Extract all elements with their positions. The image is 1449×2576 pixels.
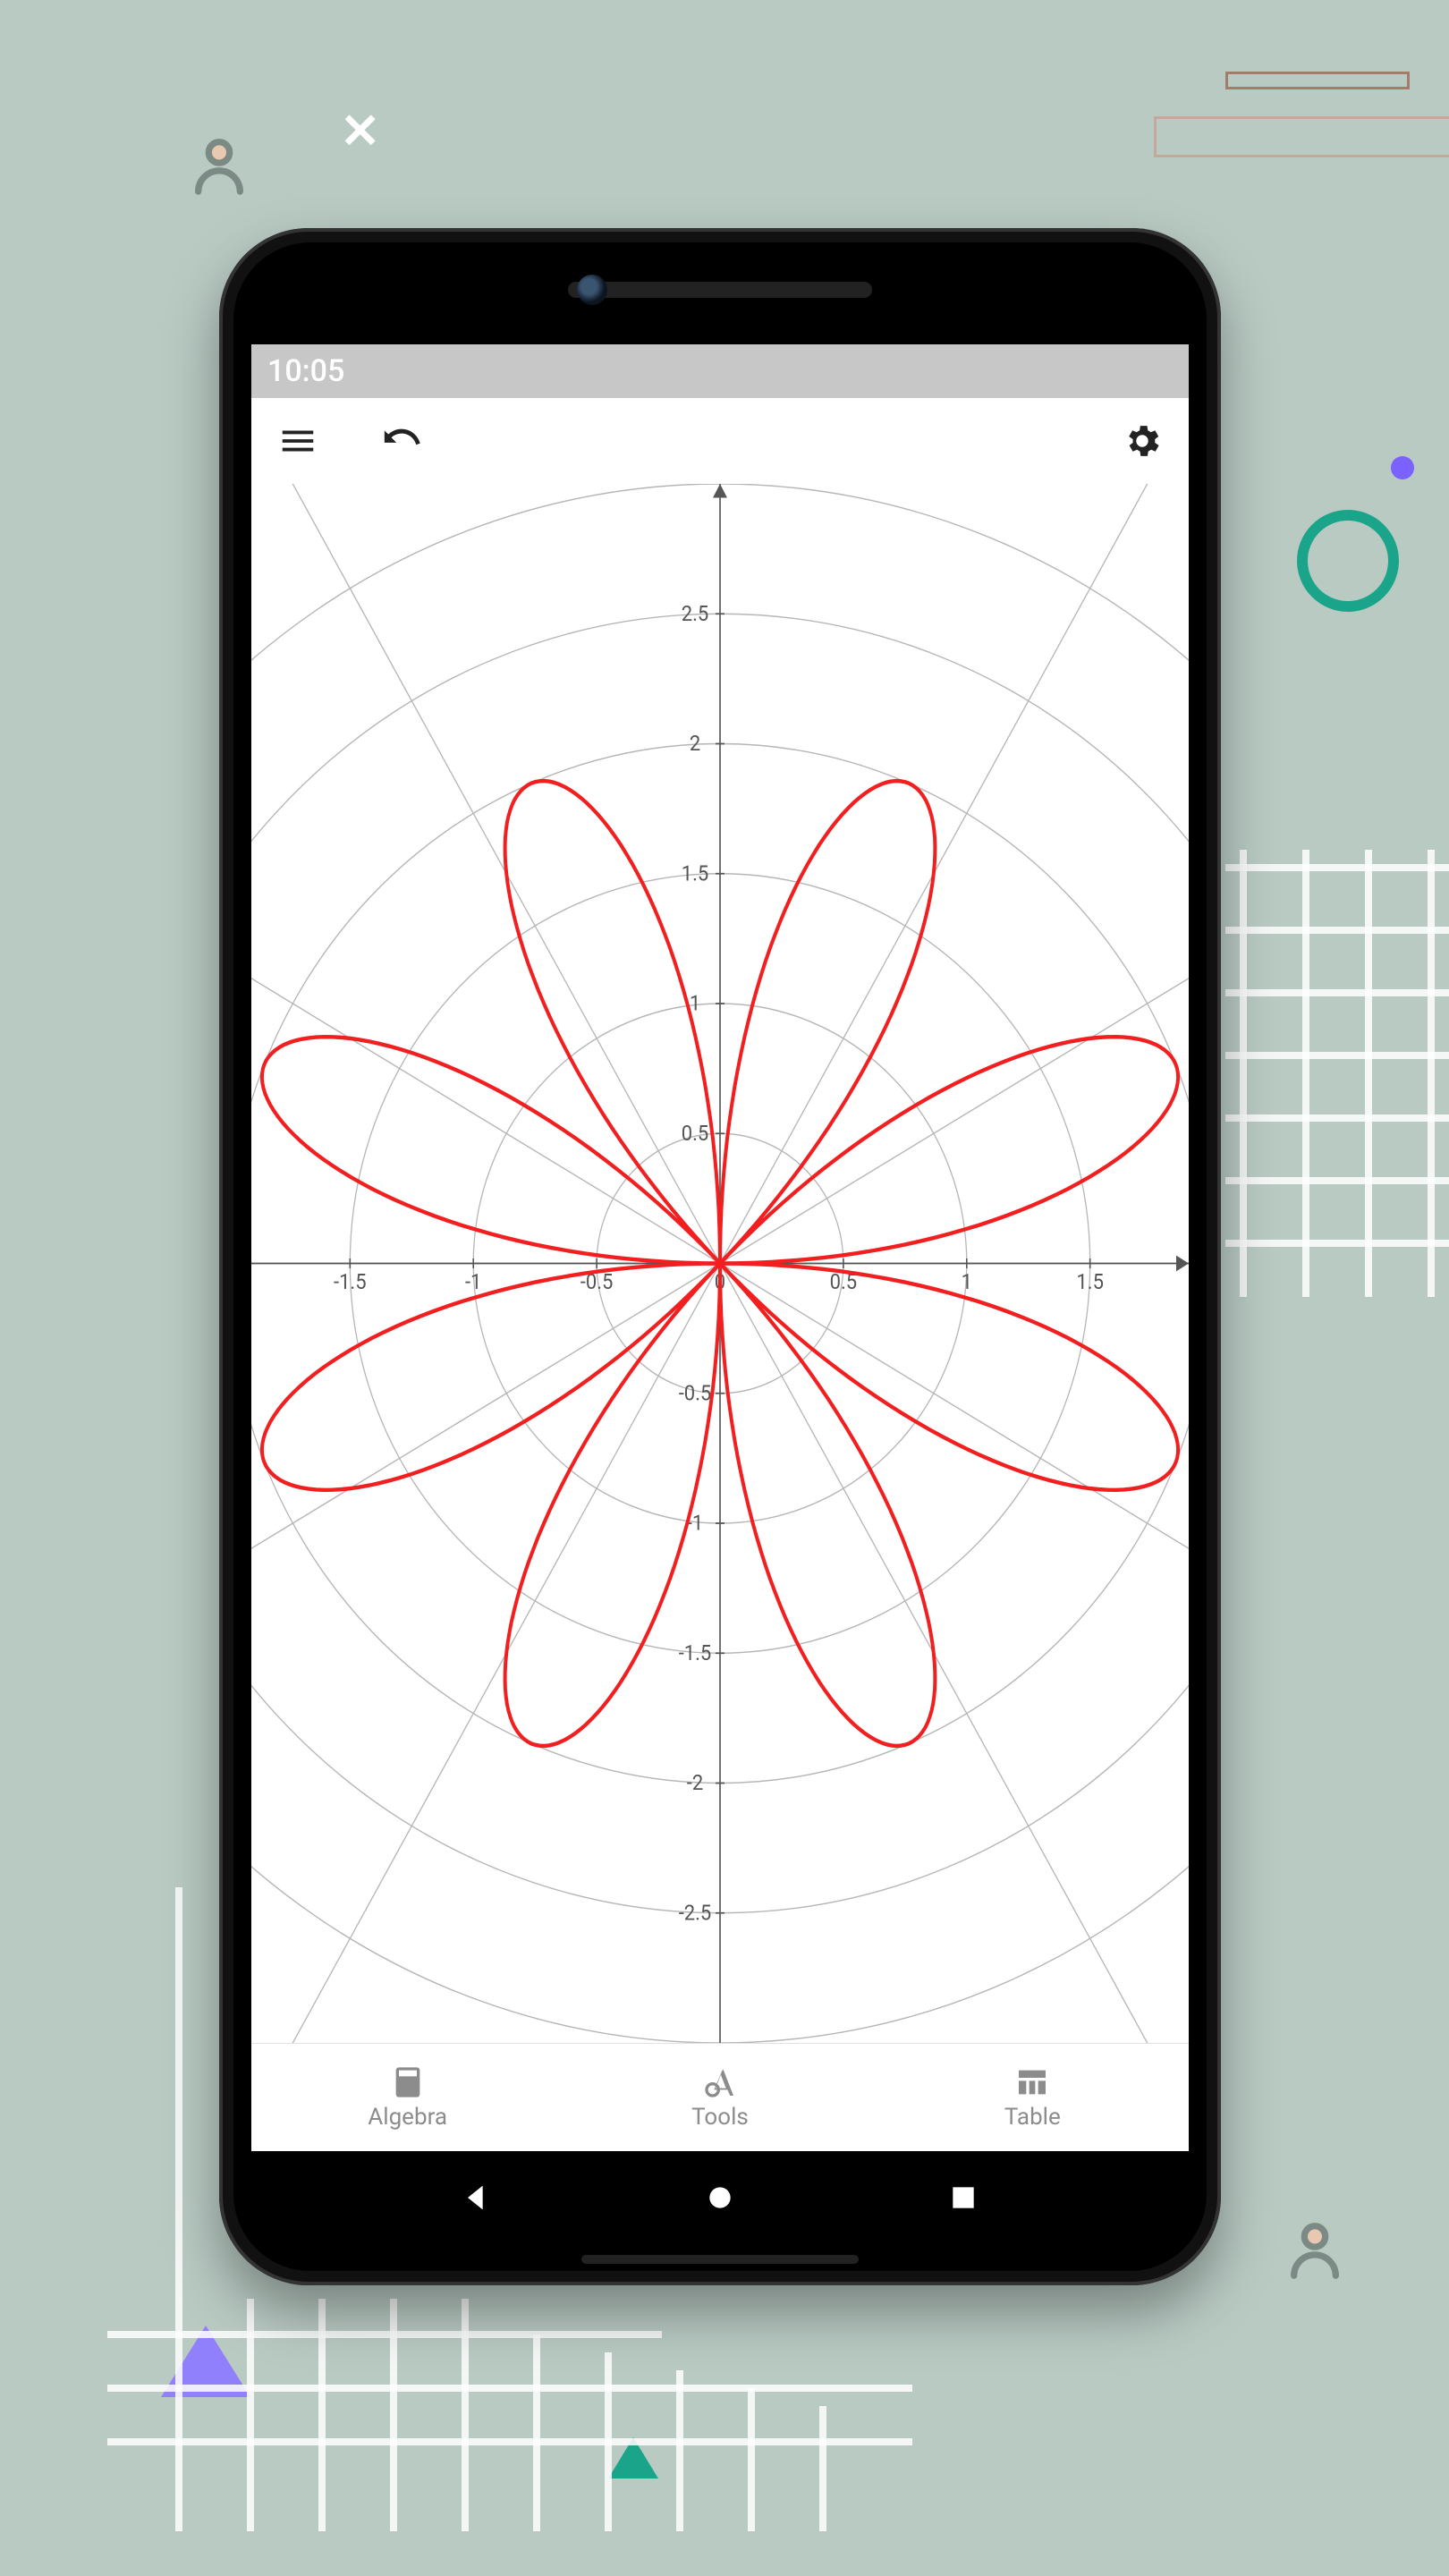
nav-algebra[interactable]: Algebra [251, 2044, 564, 2151]
app-bar [251, 398, 1189, 484]
nav-table[interactable]: Table [877, 2044, 1189, 2151]
svg-text:-2: -2 [687, 1770, 703, 1795]
svg-text:-1.5: -1.5 [679, 1640, 712, 1665]
settings-button[interactable] [1117, 416, 1167, 466]
calculator-icon [390, 2064, 426, 2100]
nav-label: Tools [691, 2104, 749, 2131]
person-icon [1284, 2218, 1346, 2284]
svg-text:2: 2 [690, 731, 700, 756]
menu-button[interactable] [273, 416, 323, 466]
hamburger-icon [277, 420, 318, 462]
back-button[interactable] [459, 2180, 495, 2219]
phone-home-indicator [581, 2255, 859, 2264]
phone-speaker [568, 282, 872, 298]
decorative-lines [1225, 72, 1449, 184]
svg-text:-1.5: -1.5 [334, 1269, 367, 1294]
svg-text:-1: -1 [465, 1269, 481, 1294]
svg-text:1.5: 1.5 [1076, 1269, 1104, 1294]
tools-icon [702, 2064, 738, 2100]
undo-button[interactable] [377, 416, 427, 466]
decorative-circle [1297, 510, 1399, 612]
status-bar: 10:05 [251, 344, 1189, 398]
svg-text:0.5: 0.5 [682, 1121, 709, 1146]
decorative-dot [1391, 456, 1414, 479]
phone-camera [577, 275, 607, 305]
nav-label: Algebra [368, 2104, 447, 2131]
status-time: 10:05 [267, 353, 344, 389]
person-icon [188, 134, 250, 200]
nav-tools[interactable]: Tools [564, 2044, 876, 2151]
overview-button[interactable] [945, 2180, 981, 2219]
android-nav-bar [251, 2155, 1189, 2244]
gear-icon [1122, 420, 1163, 462]
bottom-nav: Algebra Tools Table [251, 2043, 1189, 2151]
x-icon: ✕ [340, 103, 380, 160]
home-button[interactable] [702, 2180, 738, 2219]
svg-text:1.5: 1.5 [682, 860, 709, 886]
svg-text:-0.5: -0.5 [679, 1380, 712, 1405]
undo-icon [381, 420, 422, 462]
graph-canvas[interactable]: -1.5-1-0.500.511.5-2.5-2-1.5-1-0.50.511.… [251, 484, 1189, 2043]
nav-label: Table [1004, 2104, 1061, 2131]
table-icon [1014, 2064, 1050, 2100]
svg-text:2.5: 2.5 [682, 601, 709, 626]
screen: 10:05 [251, 344, 1189, 2151]
phone-frame: 10:05 [219, 228, 1221, 2285]
svg-text:-2.5: -2.5 [679, 1900, 712, 1925]
decorative-grid [1225, 850, 1449, 1301]
svg-text:1: 1 [962, 1269, 972, 1294]
